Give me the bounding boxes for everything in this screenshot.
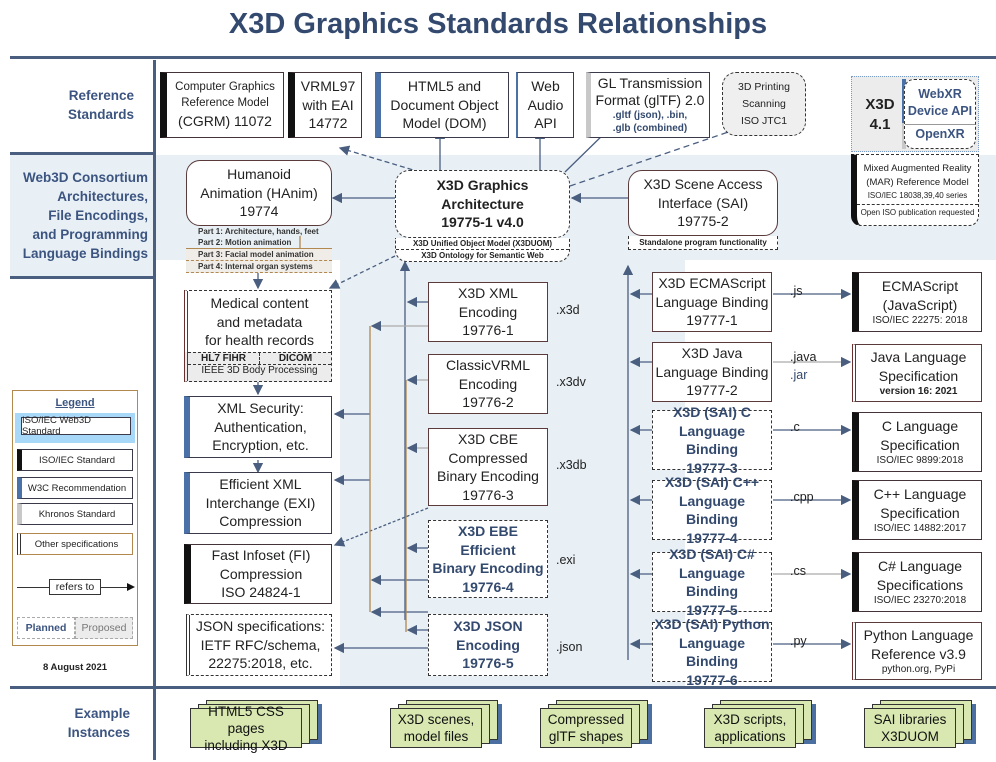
- x3d-41-label: X3D 4.1: [865, 96, 895, 133]
- binding-c-box[interactable]: X3D (SAI) C Language Binding 19777-3: [652, 404, 772, 476]
- instance-label: HTML5 CSS pages including X3D: [190, 704, 302, 753]
- fast-infoset-box[interactable]: Fast Infoset (FI) Compression ISO 24824-1: [184, 544, 332, 604]
- medical-subs: HL7 FIHR DICOM IEEE 3D Body Processing: [184, 352, 332, 382]
- binding-cpp-box[interactable]: X3D (SAI) C++ Language Binding 19777-4: [652, 474, 772, 546]
- ext-java: .java: [790, 350, 817, 364]
- lang-c-box[interactable]: C Language Specification ISO/IEC 9899:2018: [852, 412, 982, 472]
- legend-title: Legend: [55, 397, 95, 409]
- x3d-architecture-subs: X3D Unified Object Model (X3DUOM) X3D On…: [395, 238, 570, 262]
- legend-khronos-standard: Khronos Standard: [17, 503, 133, 525]
- instance-html5-pages[interactable]: HTML5 CSS pages including X3D: [190, 700, 318, 753]
- 3d-printing-box[interactable]: 3D Printing Scanning ISO JTC1: [722, 72, 806, 136]
- legend-arrow-head-icon: [127, 583, 135, 591]
- json-specs-box[interactable]: JSON specifications: IETF RFC/schema, 2227…: [186, 614, 332, 676]
- ext-exi: .exi: [556, 553, 576, 567]
- openxr-label: OpenXR: [905, 124, 975, 143]
- ext-x3d: .x3d: [556, 303, 580, 317]
- vrml97-box[interactable]: VRML97 with EAI 14772: [288, 72, 362, 138]
- ontology-label: X3D Ontology for Semantic Web: [421, 251, 544, 260]
- hanim-part-4: Part 4: Internal organ systems: [186, 261, 332, 273]
- lang-cpp-box[interactable]: C++ Language Specification ISO/IEC 14882:2…: [852, 480, 982, 540]
- legend-other-specifications: Other specifications: [17, 533, 133, 555]
- sai-standalone-label: Standalone program functionality: [628, 236, 778, 250]
- cgrm-box[interactable]: Computer Graphics Reference Model (CGRM) 1…: [160, 72, 284, 138]
- lang-python-box[interactable]: Python Language Reference v3.9 python.org,…: [852, 622, 982, 680]
- instance-x3d-scenes[interactable]: X3D scenes, model files: [390, 700, 500, 748]
- instance-label: Compressed glTF shapes: [540, 708, 632, 748]
- lang-csharp-box[interactable]: C# Language Specifications ISO/IEC 23270:2…: [852, 552, 982, 612]
- medical-box[interactable]: Medical content and metadata for health re…: [184, 290, 332, 354]
- ext-py: .py: [790, 634, 807, 648]
- binding-python-box[interactable]: X3D (SAI) Python Language Binding 19777-6: [652, 616, 772, 688]
- encoding-cbe-box[interactable]: X3D CBE Compressed Binary Encoding 19776-3: [428, 428, 548, 506]
- instance-label: SAI libraries X3DUOM: [864, 708, 956, 748]
- xml-security-box[interactable]: XML Security: Authentication, Encryption, …: [184, 396, 332, 458]
- x3d-41-group: X3D 4.1 WebXR Device API OpenXR: [851, 76, 979, 152]
- hanim-box[interactable]: Humanoid Animation (HAnim) 19774: [186, 160, 332, 226]
- binding-ecmascript-box[interactable]: X3D ECMAScript Language Binding 19777-1: [652, 272, 772, 332]
- encoding-xml-box[interactable]: X3D XML Encoding 19776-1: [428, 282, 548, 342]
- legend-refers-to: refers to: [49, 579, 101, 595]
- binding-csharp-box[interactable]: X3D (SAI) C# Language Binding 19777-5: [652, 546, 772, 618]
- gltf-box[interactable]: GL Transmission Format (glTF) 2.0 .gltf (…: [586, 72, 710, 138]
- webaudio-box[interactable]: Web Audio API: [516, 72, 574, 138]
- ext-x3db: .x3db: [556, 458, 587, 472]
- html5-dom-box[interactable]: HTML5 and Document Object Model (DOM): [375, 72, 509, 138]
- ext-jar: .jar: [790, 368, 808, 382]
- x3d-architecture-box[interactable]: X3D Graphics Architecture 19775-1 v4.0: [395, 170, 570, 238]
- hanim-part-1: Part 1: Architecture, hands, feet: [198, 227, 319, 236]
- hl7-fihr-label: HL7 FIHR: [188, 353, 260, 364]
- sai-box[interactable]: X3D Scene Access Interface (SAI) 19775-2: [628, 170, 778, 236]
- legend-w3c-recommendation: W3C Recommendation: [17, 477, 133, 499]
- ext-x3dv: .x3dv: [556, 375, 586, 389]
- hanim-parts: Part 1: Architecture, hands, feet Part 2…: [186, 226, 332, 273]
- lang-java-box[interactable]: Java Language Specification version 16: 20…: [852, 344, 982, 402]
- legend-iso-standard: ISO/IEC Standard: [17, 449, 133, 471]
- mar-box[interactable]: Mixed Augmented Reality (MAR) Reference M…: [851, 154, 979, 226]
- exi-box[interactable]: Efficient XML Interchange (EXI) Compressio…: [184, 472, 332, 534]
- ext-json: .json: [556, 640, 583, 654]
- instance-label: X3D scenes, model files: [390, 708, 482, 748]
- x3duom-label: X3D Unified Object Model (X3DUOM): [396, 238, 569, 250]
- webxr-label: WebXR Device API: [907, 87, 973, 118]
- instance-sai-libraries[interactable]: SAI libraries X3DUOM: [864, 700, 974, 748]
- instance-gltf-shapes[interactable]: Compressed glTF shapes: [540, 700, 650, 748]
- legend-planned: Planned: [17, 617, 75, 639]
- instance-x3d-scripts[interactable]: X3D scripts, applications: [704, 700, 814, 748]
- webxr-openxr-box[interactable]: WebXR Device API OpenXR: [904, 79, 976, 149]
- instance-label: X3D scripts, applications: [704, 708, 796, 748]
- ieee-body-label: IEEE 3D Body Processing: [188, 364, 331, 376]
- lang-ecmascript-box[interactable]: ECMAScript (JavaScript) ISO/IEC 22275: 201…: [852, 272, 982, 332]
- encoding-json-box[interactable]: X3D JSON Encoding 19776-5: [428, 614, 548, 676]
- encoding-ebe-box[interactable]: X3D EBE Efficient Binary Encoding 19776-4: [428, 520, 548, 598]
- date-label: 8 August 2021: [42, 662, 108, 673]
- hanim-part-2: Part 2: Motion animation: [186, 237, 332, 249]
- legend-proposed: Proposed: [75, 617, 133, 639]
- encoding-classicvrml-box[interactable]: ClassicVRML Encoding 19776-2: [428, 354, 548, 414]
- ext-cpp: .cpp: [790, 490, 814, 504]
- dicom-label: DICOM: [278, 353, 313, 364]
- ext-c: .c: [790, 420, 800, 434]
- hanim-part-3: Part 3: Facial model animation: [186, 249, 332, 261]
- legend-web3d-standard: ISO/IEC Web3D Standard: [21, 415, 131, 437]
- legend: Legend ISO/IEC Web3D Standard ISO/IEC St…: [12, 390, 138, 646]
- binding-java-box[interactable]: X3D Java Language Binding 19777-2: [652, 342, 772, 402]
- ext-cs: .cs: [790, 564, 806, 578]
- ext-js: .js: [790, 284, 803, 298]
